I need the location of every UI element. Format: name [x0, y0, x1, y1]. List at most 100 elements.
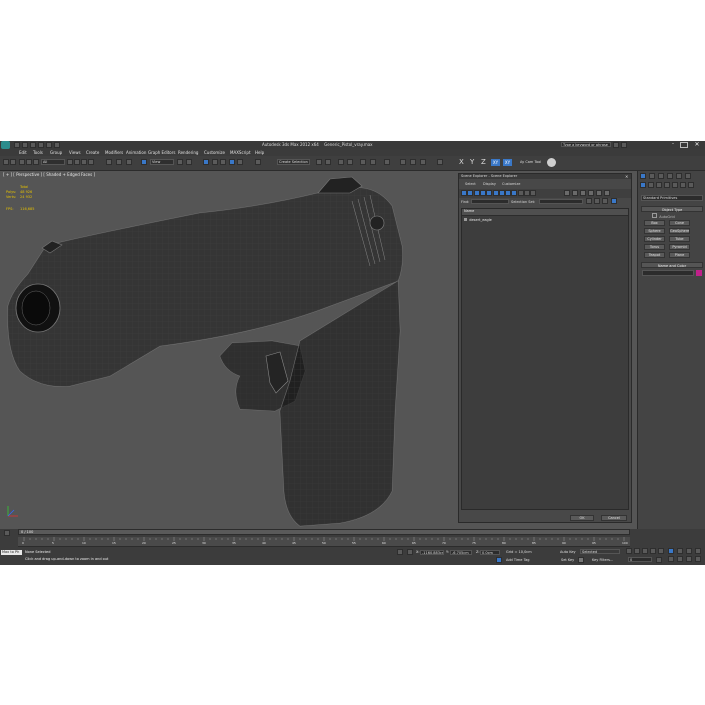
help-icon[interactable] — [621, 142, 627, 148]
percent-snap-icon[interactable] — [229, 159, 235, 165]
torus-button[interactable]: Torus — [644, 244, 665, 250]
keyboard-shortcut-icon[interactable] — [203, 159, 209, 165]
zoom-all-icon[interactable] — [677, 548, 683, 554]
menu-graph-editors[interactable]: Graph Editors — [148, 150, 175, 155]
shapes-icon[interactable] — [648, 182, 654, 188]
find-case-icon[interactable] — [588, 190, 594, 196]
named-selection-dropdown[interactable]: Create Selection Set — [277, 159, 310, 165]
select-invert-icon[interactable] — [580, 190, 586, 196]
display-hidden-icon[interactable] — [530, 190, 537, 196]
select-none-icon[interactable] — [572, 190, 578, 196]
explorer-menu-select[interactable]: Select — [465, 182, 476, 186]
object-color-swatch[interactable] — [696, 270, 702, 276]
curve-editor-icon[interactable] — [360, 159, 366, 165]
undo-icon[interactable] — [3, 159, 9, 165]
open-file-icon[interactable] — [22, 142, 28, 148]
app-logo-icon[interactable] — [1, 141, 10, 149]
maximize-viewport-icon[interactable] — [695, 556, 701, 562]
teapot-icon[interactable] — [547, 158, 556, 167]
menu-edit[interactable]: Edit — [19, 150, 27, 155]
time-slider[interactable]: 0 / 100 — [18, 529, 630, 535]
select-and-manipulate-icon[interactable] — [186, 159, 192, 165]
sphere-button[interactable]: Sphere — [644, 228, 665, 234]
column-header-name[interactable]: Name — [462, 209, 628, 216]
menu-create[interactable]: Create — [86, 150, 99, 155]
play-icon[interactable] — [642, 548, 648, 554]
axis-xy-button[interactable]: XY — [491, 159, 500, 166]
teapot-button[interactable]: Teapot — [644, 252, 665, 258]
go-to-end-icon[interactable] — [658, 548, 664, 554]
lights-icon[interactable] — [656, 182, 662, 188]
display-spacewarps-icon[interactable] — [492, 190, 499, 196]
display-lights-icon[interactable] — [473, 190, 480, 196]
axis-y-button[interactable]: Y — [470, 158, 474, 166]
box-button[interactable]: Box — [644, 220, 665, 226]
render-production-icon[interactable] — [420, 159, 426, 165]
orbit-icon[interactable] — [686, 556, 692, 562]
help-search-input[interactable]: Type a keyword or phrase — [561, 142, 611, 147]
pan-view-icon[interactable] — [677, 556, 683, 562]
menu-group[interactable]: Group — [50, 150, 62, 155]
explorer-title-bar[interactable]: Scene Explorer - Scene Explorer ✕ — [459, 174, 631, 179]
filter-icon[interactable] — [596, 190, 602, 196]
motion-tab-icon[interactable] — [667, 173, 673, 179]
display-groups-icon[interactable] — [498, 190, 505, 196]
perspective-viewport[interactable]: [ + ] [ Perspective ] [ Shaded + Edged F… — [0, 171, 455, 529]
time-tag-icon[interactable] — [496, 557, 502, 563]
next-frame-icon[interactable] — [650, 548, 656, 554]
ok-button[interactable]: OK — [570, 515, 594, 521]
display-cameras-icon[interactable] — [479, 190, 486, 196]
project-folder-icon[interactable] — [54, 142, 60, 148]
create-tab-icon[interactable] — [640, 173, 646, 179]
redo-icon[interactable] — [46, 142, 52, 148]
primitive-category-dropdown[interactable]: Standard Primitives — [641, 195, 703, 201]
track-bar[interactable]: 0 5 10 15 20 25 30 35 40 45 50 55 60 65 70 75 80 85 90 95 10… — [18, 537, 630, 547]
absolute-mode-icon[interactable] — [407, 549, 413, 555]
bind-space-warp-icon[interactable] — [33, 159, 39, 165]
display-xrefs-icon[interactable] — [505, 190, 512, 196]
axis-z-button[interactable]: Z — [481, 158, 486, 166]
select-by-name-icon[interactable] — [74, 159, 80, 165]
render-iterative-icon[interactable] — [437, 159, 443, 165]
set-key-button[interactable]: Set Key — [561, 558, 574, 562]
unlink-icon[interactable] — [26, 159, 32, 165]
rendered-frame-window-icon[interactable] — [410, 159, 416, 165]
zoom-extents-icon[interactable] — [686, 548, 692, 554]
object-type-rollout-header[interactable]: Object Type — [641, 206, 703, 212]
tube-button[interactable]: Tube — [669, 236, 690, 242]
menu-maxscript[interactable]: MAXScript — [230, 150, 251, 155]
modify-tab-icon[interactable] — [649, 173, 655, 179]
explorer-close-icon[interactable]: ✕ — [625, 174, 628, 179]
angle-snap-icon[interactable] — [220, 159, 226, 165]
autogrid-checkbox-row[interactable]: AutoGrid — [652, 213, 675, 219]
mirror-icon[interactable] — [316, 159, 322, 165]
link-icon[interactable] — [19, 159, 25, 165]
geometry-icon[interactable] — [640, 182, 646, 188]
viewport-label[interactable]: [ + ] [ Perspective ] [ Shaded + Edged F… — [3, 172, 95, 177]
menu-views[interactable]: Views — [69, 150, 81, 155]
display-tab-icon[interactable] — [676, 173, 682, 179]
display-geometry-icon[interactable] — [461, 190, 467, 196]
explorer-list[interactable]: Name desert_eagle — [461, 208, 629, 510]
maximize-button[interactable] — [680, 142, 688, 148]
display-bones-icon[interactable] — [511, 190, 518, 196]
name-color-rollout-header[interactable]: Name and Color — [641, 262, 703, 268]
auto-key-button[interactable]: Auto Key — [560, 550, 576, 554]
select-object-icon[interactable] — [67, 159, 73, 165]
y-coordinate-field[interactable]: -6,705cm — [450, 550, 472, 555]
space-warps-icon[interactable] — [680, 182, 686, 188]
previous-frame-icon[interactable] — [634, 548, 640, 554]
maxscript-listener[interactable]: Max to Ph — [1, 550, 22, 555]
selection-set-icon-2[interactable] — [594, 198, 600, 204]
search-icon[interactable] — [613, 142, 619, 148]
align-icon[interactable] — [325, 159, 331, 165]
geosphere-button[interactable]: GeoSphere — [669, 228, 690, 234]
key-icon[interactable] — [578, 557, 584, 563]
pyramid-button[interactable]: Pyramid — [669, 244, 690, 250]
selected-dropdown[interactable]: Selected — [580, 549, 620, 554]
select-all-icon[interactable] — [564, 190, 570, 196]
explorer-menu-display[interactable]: Display — [483, 182, 496, 186]
menu-rendering[interactable]: Rendering — [178, 150, 198, 155]
selection-set-icon-3[interactable] — [602, 198, 608, 204]
snaps-toggle-icon[interactable] — [212, 159, 218, 165]
